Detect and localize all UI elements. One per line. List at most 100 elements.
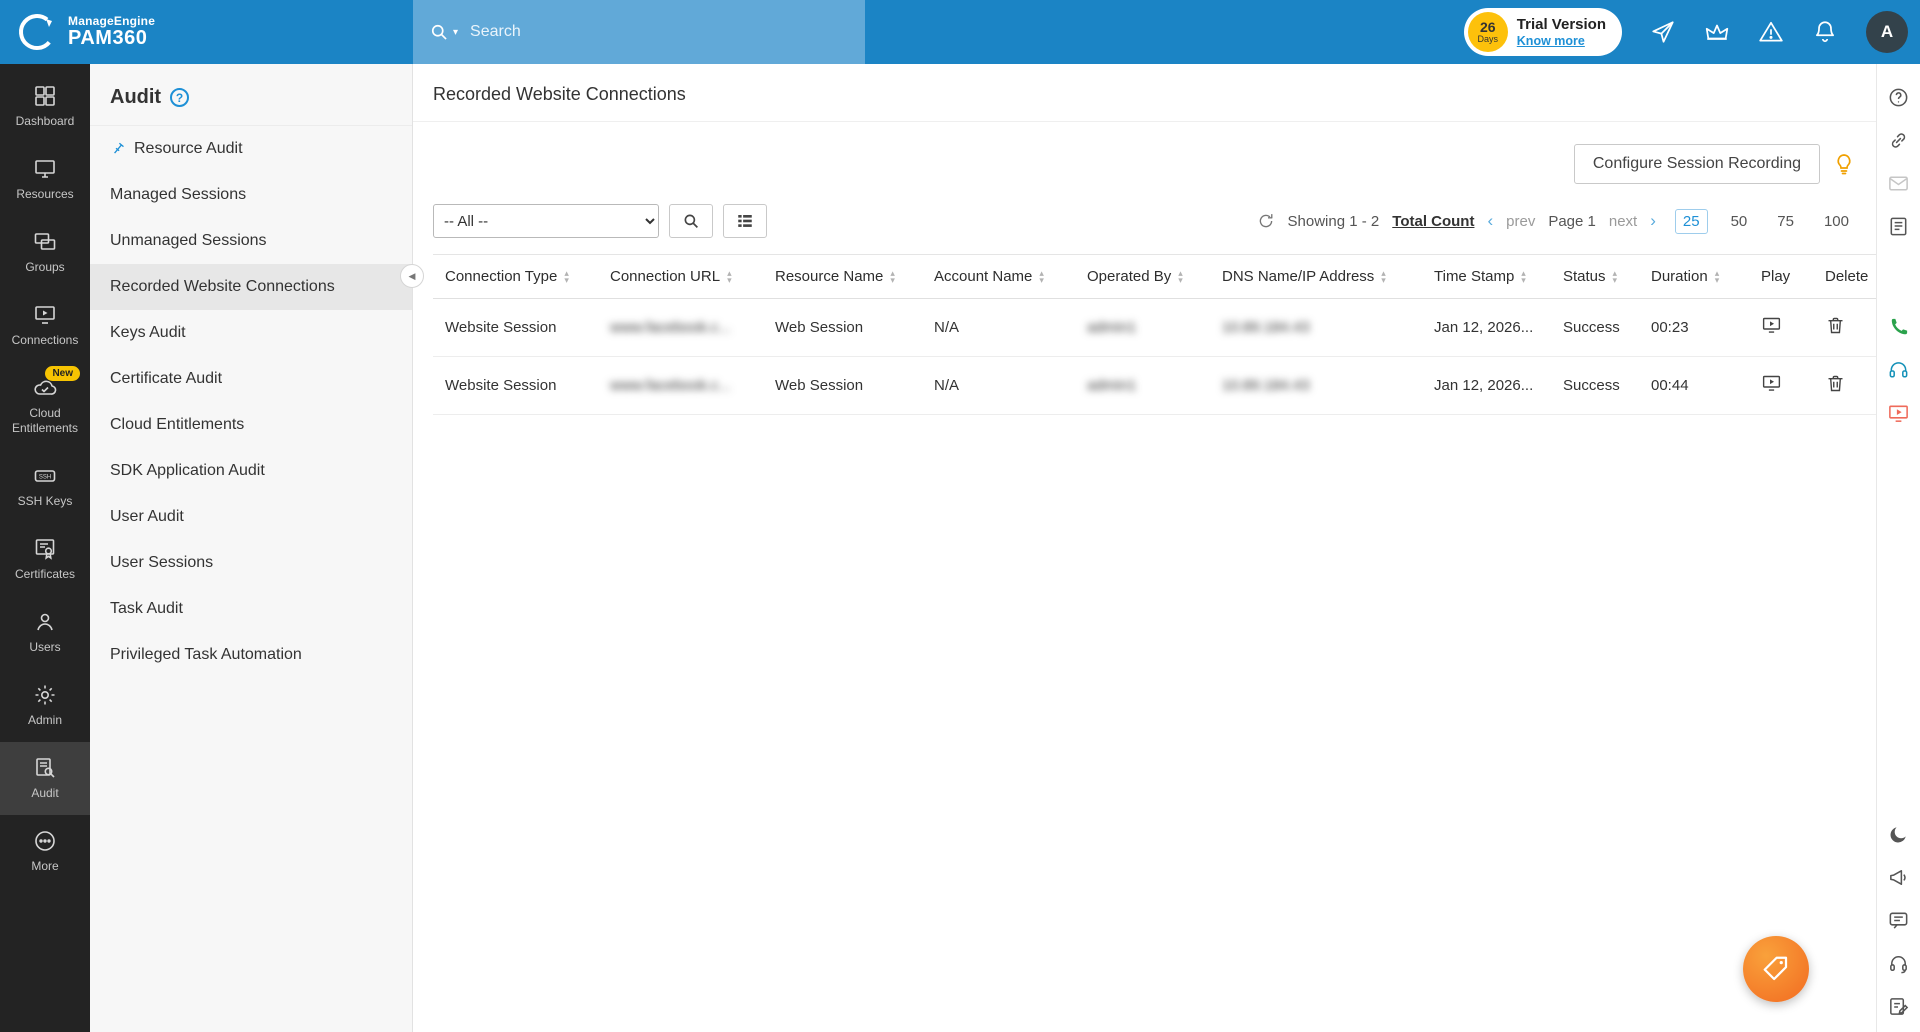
table-row[interactable]: Website Session www.facebook.c... Web Se… — [433, 299, 1876, 357]
pam360-logo — [16, 11, 58, 53]
help-icon[interactable]: ? — [170, 88, 189, 107]
new-badge: New — [45, 366, 80, 381]
next-chevron-icon[interactable]: › — [1650, 211, 1656, 231]
col-operated-by[interactable]: Operated By▴▾ — [1075, 255, 1210, 299]
help-circle-icon[interactable] — [1887, 86, 1910, 109]
col-resource-name[interactable]: Resource Name▴▾ — [763, 255, 922, 299]
nav-item-more[interactable]: More — [0, 815, 90, 888]
column-chooser-button[interactable] — [723, 204, 767, 238]
nav-item-cloud-entitlements[interactable]: New Cloud Entitlements — [0, 362, 90, 450]
headset-icon[interactable] — [1887, 359, 1910, 382]
nav-item-connections[interactable]: Connections — [0, 289, 90, 362]
phone-icon[interactable] — [1887, 316, 1910, 339]
delete-trash-icon[interactable] — [1825, 373, 1846, 394]
sidebar-item-label: User Audit — [110, 508, 184, 526]
cell-connection-url: www.facebook.c... — [598, 357, 763, 415]
page-size-25[interactable]: 25 — [1675, 209, 1708, 234]
prev-chevron-icon[interactable]: ‹ — [1487, 211, 1493, 231]
sidebar-item-recorded-website-connections[interactable]: Recorded Website Connections — [90, 264, 412, 310]
offers-tag-fab[interactable] — [1743, 936, 1809, 1002]
trial-title: Trial Version — [1517, 16, 1606, 34]
sort-icon[interactable]: ▴▾ — [1178, 270, 1183, 284]
delete-trash-icon[interactable] — [1825, 315, 1846, 336]
sort-icon[interactable]: ▴▾ — [1521, 270, 1526, 284]
notifications-bell-icon[interactable] — [1812, 19, 1838, 45]
sort-icon[interactable]: ▴▾ — [1613, 270, 1618, 284]
mail-icon[interactable] — [1887, 172, 1910, 195]
sidebar-item-sdk-application-audit[interactable]: SDK Application Audit — [90, 448, 412, 494]
feedback-chat-icon[interactable] — [1887, 909, 1910, 932]
alerts-warning-icon[interactable] — [1758, 19, 1784, 45]
search-input[interactable] — [470, 23, 790, 41]
sidebar-item-label: Managed Sessions — [110, 186, 246, 204]
audit-sidebar: Audit ? Resource Audit Managed Sessions … — [90, 64, 413, 1032]
nav-item-admin[interactable]: Admin — [0, 669, 90, 742]
announcement-icon[interactable] — [1887, 866, 1910, 889]
sort-icon[interactable]: ▴▾ — [890, 270, 895, 284]
sidebar-item-cloud-entitlements[interactable]: Cloud Entitlements — [90, 402, 412, 448]
sidebar-item-managed-sessions[interactable]: Managed Sessions — [90, 172, 412, 218]
send-feedback-icon[interactable] — [1650, 19, 1676, 45]
page-size-100[interactable]: 100 — [1817, 210, 1856, 233]
page-size-50[interactable]: 50 — [1724, 210, 1755, 233]
column-list-icon — [736, 212, 754, 230]
col-connection-type[interactable]: Connection Type▴▾ — [433, 255, 598, 299]
sidebar-collapse-button[interactable]: ◀ — [400, 264, 424, 288]
sidebar-item-task-audit[interactable]: Task Audit — [90, 586, 412, 632]
tips-bulb-icon[interactable] — [1832, 152, 1856, 176]
sort-icon[interactable]: ▴▾ — [1381, 270, 1386, 284]
col-account-name[interactable]: Account Name▴▾ — [922, 255, 1075, 299]
page-size-75[interactable]: 75 — [1770, 210, 1801, 233]
sort-icon[interactable]: ▴▾ — [1715, 270, 1720, 284]
nav-item-ssh-keys[interactable]: SSH SSH Keys — [0, 450, 90, 523]
sort-icon[interactable]: ▴▾ — [1039, 270, 1044, 284]
configure-session-recording-button[interactable]: Configure Session Recording — [1574, 144, 1820, 184]
brand: ManageEngine PAM360 — [0, 11, 413, 53]
next-link[interactable]: next — [1609, 213, 1637, 230]
search-scope-caret-icon[interactable]: ▾ — [453, 27, 458, 38]
sidebar-item-keys-audit[interactable]: Keys Audit — [90, 310, 412, 356]
table-row[interactable]: Website Session www.facebook.c... Web Se… — [433, 357, 1876, 415]
user-avatar[interactable]: A — [1866, 11, 1908, 53]
sidebar-item-privileged-task-automation[interactable]: Privileged Task Automation — [90, 632, 412, 678]
sidebar-item-resource-audit[interactable]: Resource Audit — [90, 126, 412, 172]
report-icon[interactable] — [1887, 215, 1910, 238]
nav-item-groups[interactable]: Groups — [0, 216, 90, 289]
session-recording-icon[interactable] — [1887, 402, 1910, 425]
col-dns-ip[interactable]: DNS Name/IP Address▴▾ — [1210, 255, 1422, 299]
dark-mode-moon-icon[interactable] — [1887, 823, 1910, 846]
sidebar-item-unmanaged-sessions[interactable]: Unmanaged Sessions — [90, 218, 412, 264]
nav-item-dashboard[interactable]: Dashboard — [0, 70, 90, 143]
nav-label: More — [31, 859, 58, 874]
col-duration[interactable]: Duration▴▾ — [1639, 255, 1749, 299]
play-recording-icon[interactable] — [1761, 373, 1782, 394]
search-filter-button[interactable] — [669, 204, 713, 238]
request-note-icon[interactable] — [1887, 995, 1910, 1018]
filter-dropdown[interactable]: -- All -- — [433, 204, 659, 238]
nav-item-certificates[interactable]: Certificates — [0, 523, 90, 596]
nav-item-users[interactable]: Users — [0, 596, 90, 669]
nav-item-audit[interactable]: Audit — [0, 742, 90, 815]
col-status[interactable]: Status▴▾ — [1551, 255, 1639, 299]
support-headphones-icon[interactable] — [1887, 952, 1910, 975]
cell-resource-name: Web Session — [763, 299, 922, 357]
cell-operated-by: admin1 — [1075, 299, 1210, 357]
refresh-icon[interactable] — [1257, 212, 1275, 230]
sort-icon[interactable]: ▴▾ — [564, 270, 569, 284]
col-time-stamp[interactable]: Time Stamp▴▾ — [1422, 255, 1551, 299]
global-search[interactable]: ▾ — [413, 0, 865, 64]
sidebar-item-certificate-audit[interactable]: Certificate Audit — [90, 356, 412, 402]
prev-link[interactable]: prev — [1506, 213, 1535, 230]
whats-new-crown-icon[interactable] — [1704, 19, 1730, 45]
sidebar-item-user-audit[interactable]: User Audit — [90, 494, 412, 540]
total-count-link[interactable]: Total Count — [1392, 213, 1474, 230]
trial-know-more-link[interactable]: Know more — [1517, 34, 1606, 49]
play-recording-icon[interactable] — [1761, 315, 1782, 336]
sort-icon[interactable]: ▴▾ — [727, 270, 732, 284]
link-icon[interactable] — [1887, 129, 1910, 152]
col-connection-url[interactable]: Connection URL▴▾ — [598, 255, 763, 299]
nav-label: Admin — [28, 713, 62, 728]
sidebar-item-user-sessions[interactable]: User Sessions — [90, 540, 412, 586]
nav-item-resources[interactable]: Resources — [0, 143, 90, 216]
trial-version-badge[interactable]: 26 Days Trial Version Know more — [1464, 8, 1622, 56]
